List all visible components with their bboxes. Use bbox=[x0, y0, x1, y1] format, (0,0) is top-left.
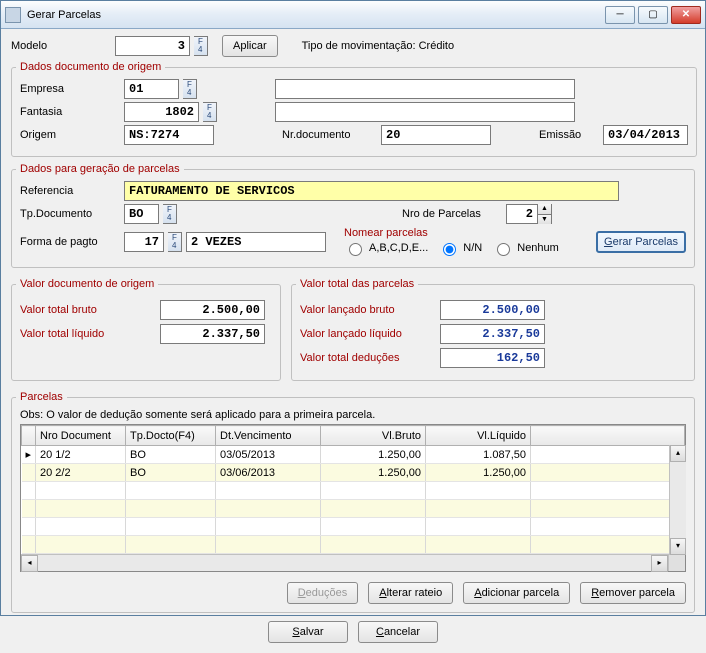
modelo-lookup-icon[interactable]: F4 bbox=[194, 36, 208, 56]
modelo-input[interactable] bbox=[115, 36, 190, 56]
emissao-label: Emissão bbox=[539, 129, 599, 141]
lanc-bruto-label: Valor lançado bruto bbox=[300, 304, 440, 316]
empresa-label: Empresa bbox=[20, 83, 120, 95]
close-button[interactable]: ✕ bbox=[671, 6, 701, 24]
grid-hscrollbar[interactable]: ◂ ▸ bbox=[21, 554, 685, 571]
fantasia-lookup-icon[interactable]: F4 bbox=[203, 102, 217, 122]
titlebar: Gerar Parcelas ─ ▢ ✕ bbox=[1, 1, 705, 29]
grupo-geracao-parcelas: Dados para geração de parcelas Referenci… bbox=[11, 163, 695, 268]
col-vlliquido[interactable]: Vl.Líquido bbox=[426, 426, 531, 446]
referencia-label: Referencia bbox=[20, 185, 120, 197]
empresa-nome-input[interactable] bbox=[275, 79, 575, 99]
legend-geracao: Dados para geração de parcelas bbox=[16, 163, 184, 175]
window-title: Gerar Parcelas bbox=[27, 9, 605, 21]
nroparcelas-down-icon[interactable]: ▼ bbox=[537, 214, 551, 224]
deducoes-field bbox=[440, 348, 545, 368]
nroparcelas-input[interactable] bbox=[507, 207, 537, 221]
lanc-liquido-label: Valor lançado líquido bbox=[300, 328, 440, 340]
grupo-valor-origem: Valor documento de origem Valor total br… bbox=[11, 278, 281, 381]
radio-nenhum[interactable]: Nenhum bbox=[492, 240, 559, 256]
legend-parcelas: Parcelas bbox=[16, 391, 67, 403]
tipo-mov-label: Tipo de movimentação: Crédito bbox=[302, 40, 454, 52]
grid-corner bbox=[22, 426, 36, 446]
maximize-button[interactable]: ▢ bbox=[638, 6, 668, 24]
lanc-bruto-field bbox=[440, 300, 545, 320]
grupo-parcelas: Parcelas Obs: O valor de dedução somente… bbox=[11, 391, 695, 613]
formapagto-nome-input[interactable] bbox=[186, 232, 326, 252]
fantasia-label: Fantasia bbox=[20, 106, 120, 118]
col-vlbruto[interactable]: Vl.Bruto bbox=[321, 426, 426, 446]
radio-nn[interactable]: N/N bbox=[438, 240, 482, 256]
origem-input[interactable] bbox=[124, 125, 214, 145]
modelo-label: Modelo bbox=[11, 40, 111, 52]
empresa-input[interactable] bbox=[124, 79, 179, 99]
scroll-up-icon[interactable]: ▴ bbox=[670, 445, 686, 462]
col-nrodoc[interactable]: Nro Document bbox=[36, 426, 126, 446]
cancelar-button[interactable]: Cancelar bbox=[358, 621, 438, 643]
tpdoc-lookup-icon[interactable]: F4 bbox=[163, 204, 177, 224]
col-tpdocto[interactable]: Tp.Docto(F4) bbox=[126, 426, 216, 446]
emissao-input[interactable] bbox=[603, 125, 688, 145]
scroll-left-icon[interactable]: ◂ bbox=[21, 555, 38, 572]
origem-label: Origem bbox=[20, 129, 120, 141]
remover-parcela-button[interactable]: Remover parcela bbox=[580, 582, 686, 604]
nomear-label: Nomear parcelas bbox=[344, 227, 559, 239]
row-marker-icon: ▸ bbox=[22, 446, 36, 464]
col-vencimento[interactable]: Dt.Vencimento bbox=[216, 426, 321, 446]
radio-abc[interactable]: A,B,C,D,E... bbox=[344, 240, 428, 256]
referencia-input[interactable] bbox=[124, 181, 619, 201]
tpdoc-label: Tp.Documento bbox=[20, 208, 120, 220]
fantasia-nome-input[interactable] bbox=[275, 102, 575, 122]
grupo-dados-origem: Dados documento de origem Empresa F4 Fan… bbox=[11, 61, 697, 157]
deducoes-label: Valor total deduções bbox=[300, 352, 440, 364]
scroll-down-icon[interactable]: ▾ bbox=[670, 538, 686, 555]
valor-liquido-label: Valor total líquido bbox=[20, 328, 160, 340]
empresa-lookup-icon[interactable]: F4 bbox=[183, 79, 197, 99]
scroll-right-icon[interactable]: ▸ bbox=[651, 555, 668, 572]
minimize-button[interactable]: ─ bbox=[605, 6, 635, 24]
alterar-rateio-button[interactable]: Alterar rateio bbox=[368, 582, 453, 604]
legend-valor-origem: Valor documento de origem bbox=[16, 278, 158, 290]
nroparcelas-label: Nro de Parcelas bbox=[402, 208, 502, 220]
formapagto-label: Forma de pagto bbox=[20, 236, 120, 248]
legend-dados-origem: Dados documento de origem bbox=[16, 61, 165, 73]
valor-bruto-label: Valor total bruto bbox=[20, 304, 160, 316]
valor-liquido-field bbox=[160, 324, 265, 344]
formapagto-input[interactable] bbox=[124, 232, 164, 252]
parcelas-grid[interactable]: Nro Document Tp.Docto(F4) Dt.Vencimento … bbox=[20, 424, 686, 572]
table-row[interactable]: 20 2/2 BO 03/06/2013 1.250,00 1.250,00 bbox=[22, 464, 685, 482]
tpdoc-input[interactable] bbox=[124, 204, 159, 224]
gerar-parcelas-button[interactable]: Gerar Parcelas bbox=[596, 231, 686, 253]
nrdoc-input[interactable] bbox=[381, 125, 491, 145]
table-row[interactable]: ▸ 20 1/2 BO 03/05/2013 1.250,00 1.087,50 bbox=[22, 446, 685, 464]
nroparcelas-up-icon[interactable]: ▲ bbox=[537, 204, 551, 214]
grupo-valor-parcelas: Valor total das parcelas Valor lançado b… bbox=[291, 278, 695, 381]
legend-valor-parcelas: Valor total das parcelas bbox=[296, 278, 418, 290]
obs-text: Obs: O valor de dedução somente será apl… bbox=[20, 409, 686, 421]
col-spacer bbox=[531, 426, 685, 446]
adicionar-parcela-button[interactable]: Adicionar parcela bbox=[463, 582, 570, 604]
formapagto-lookup-icon[interactable]: F4 bbox=[168, 232, 182, 252]
nrdoc-label: Nr.documento bbox=[282, 129, 377, 141]
salvar-button[interactable]: Salvar bbox=[268, 621, 348, 643]
grid-vscrollbar[interactable]: ▴ ▾ bbox=[669, 445, 686, 555]
lanc-liquido-field bbox=[440, 324, 545, 344]
deducoes-button: Deduções bbox=[287, 582, 359, 604]
valor-bruto-field bbox=[160, 300, 265, 320]
fantasia-input[interactable] bbox=[124, 102, 199, 122]
aplicar-button[interactable]: Aplicar bbox=[222, 35, 278, 57]
app-icon bbox=[5, 7, 21, 23]
